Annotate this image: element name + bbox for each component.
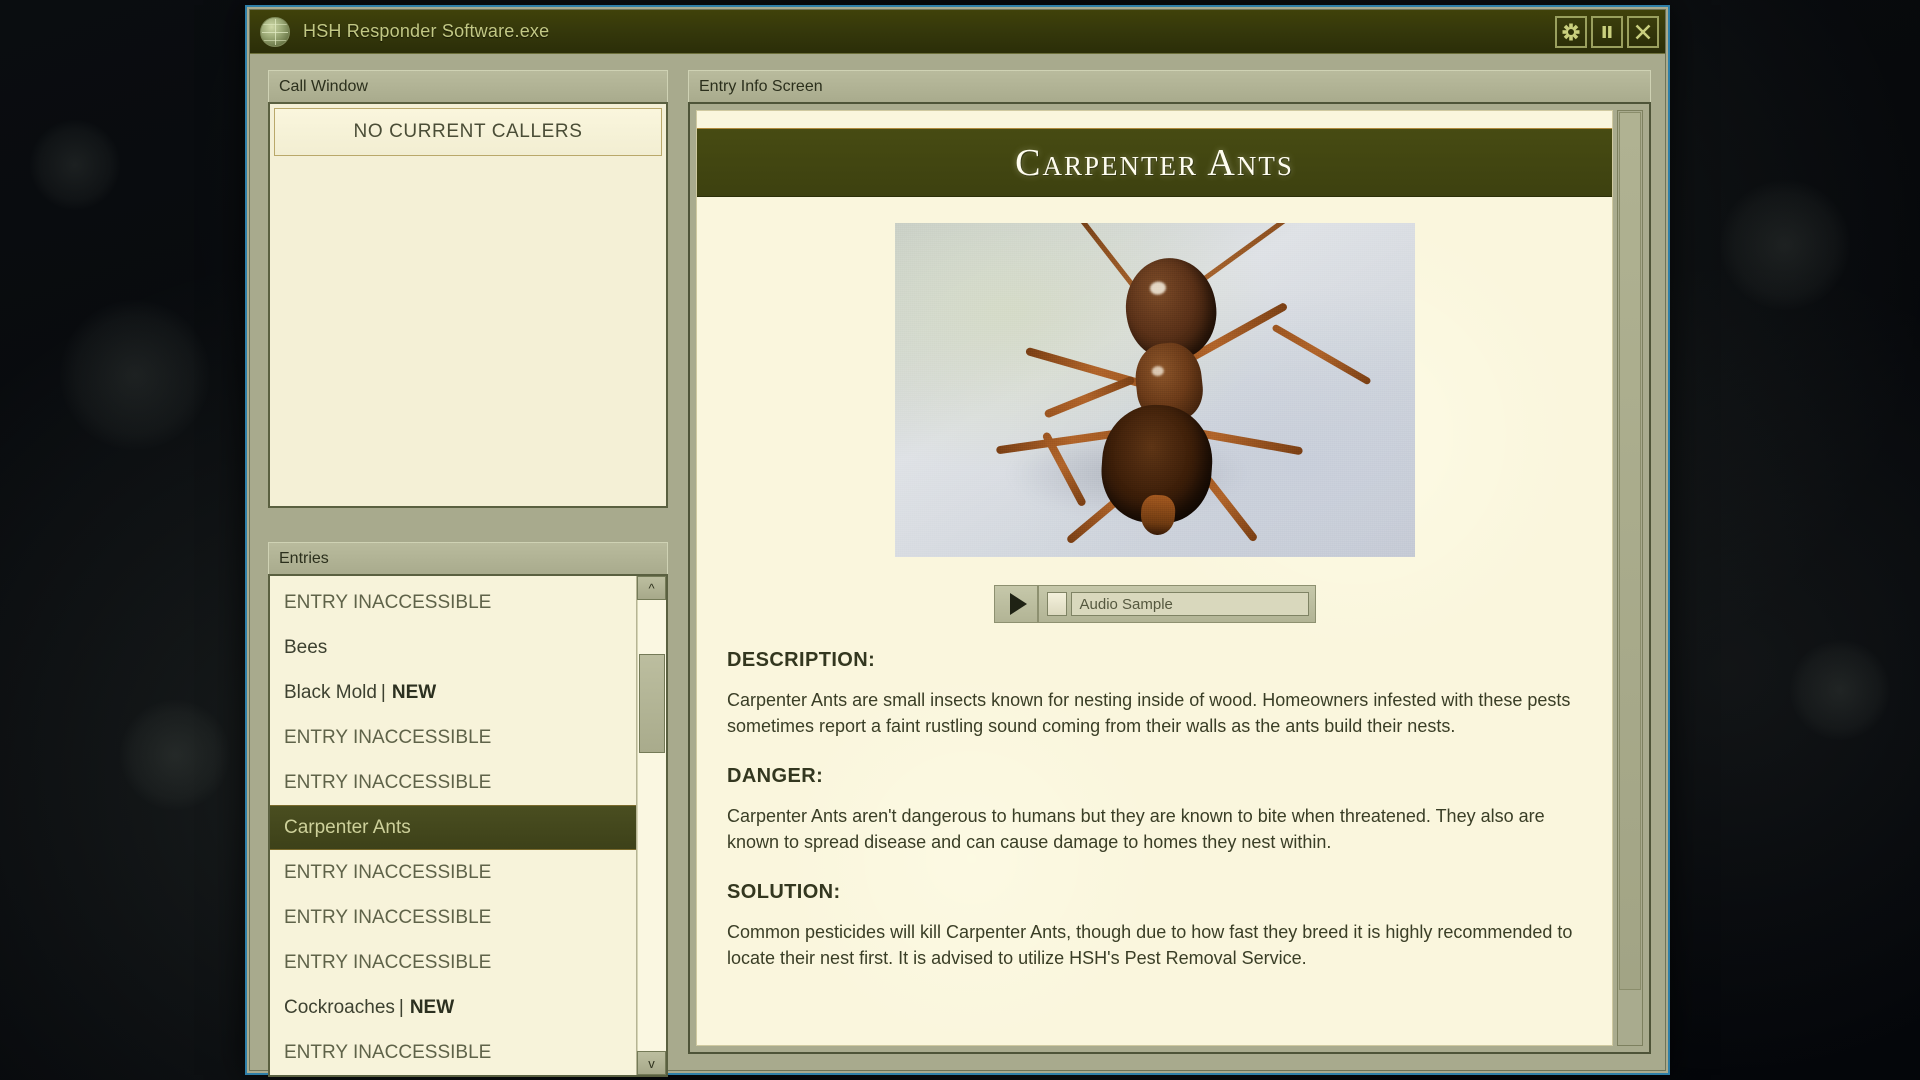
section-body: Carpenter Ants aren't dangerous to human… — [727, 804, 1582, 855]
audio-player-row: Audio Sample — [727, 585, 1582, 623]
pause-button[interactable] — [1591, 16, 1623, 48]
entry-item-label: ENTRY INACCESSIBLE — [284, 952, 491, 974]
entry-item-label: ENTRY INACCESSIBLE — [284, 772, 491, 794]
section-heading: DESCRIPTION: — [727, 649, 1582, 672]
globe-icon — [260, 17, 290, 47]
entry-item-label: Black Mold — [284, 682, 377, 704]
entry-info-header: Entry Info Screen — [688, 70, 1651, 102]
entry-list-item[interactable]: ENTRY INACCESSIBLE — [270, 850, 636, 895]
section-body: Carpenter Ants are small insects known f… — [727, 688, 1582, 739]
entry-list-item[interactable]: ENTRY INACCESSIBLE — [270, 895, 636, 940]
scroll-down-button[interactable]: v — [637, 1051, 666, 1075]
entry-item-label: ENTRY INACCESSIBLE — [284, 592, 491, 614]
document-top-strip — [697, 111, 1612, 129]
entries-header: Entries — [268, 542, 668, 574]
title-bar[interactable]: HSH Responder Software.exe — [250, 10, 1665, 54]
audio-slider-handle[interactable] — [1047, 592, 1067, 616]
entry-list-item[interactable]: ENTRY INACCESSIBLE — [270, 715, 636, 760]
left-column: Call Window NO CURRENT CALLERS Entries E… — [268, 70, 668, 1054]
bokeh-light — [30, 120, 120, 210]
entry-list-item[interactable]: ENTRY INACCESSIBLE — [270, 760, 636, 805]
photo-grain-overlay — [895, 223, 1415, 557]
entry-content-scroll[interactable]: Audio Sample DESCRIPTION: Carpenter Ants … — [697, 197, 1612, 1045]
entry-item-label: ENTRY INACCESSIBLE — [284, 1042, 491, 1064]
no-callers-status: NO CURRENT CALLERS — [274, 108, 662, 156]
window-inner-frame: HSH Responder Software.exe — [249, 9, 1666, 1071]
call-window-header: Call Window — [268, 70, 668, 102]
bokeh-light — [60, 300, 210, 450]
call-window-panel: Call Window NO CURRENT CALLERS — [268, 70, 668, 508]
audio-player[interactable]: Audio Sample — [994, 585, 1316, 623]
right-column: Entry Info Screen Carpenter Ants — [688, 70, 1651, 1054]
entry-photo-wrap — [727, 223, 1582, 557]
entry-list-item[interactable]: Carpenter Ants — [270, 805, 636, 850]
application-window: HSH Responder Software.exe — [245, 5, 1670, 1075]
entry-list-item[interactable]: ENTRY INACCESSIBLE — [270, 940, 636, 985]
entries-scroll-thumb[interactable] — [639, 654, 665, 753]
entry-list-item[interactable]: Cockroaches| NEW — [270, 985, 636, 1030]
entry-info-panel: Entry Info Screen Carpenter Ants — [688, 70, 1651, 1054]
audio-track-label[interactable]: Audio Sample — [1071, 592, 1309, 616]
entry-list-item[interactable]: Black Mold| NEW — [270, 670, 636, 715]
entry-item-label: ENTRY INACCESSIBLE — [284, 862, 491, 884]
entry-item-separator: | — [381, 682, 386, 704]
entry-list-item[interactable]: ENTRY INACCESSIBLE — [270, 1030, 636, 1075]
call-window-body: NO CURRENT CALLERS — [268, 102, 668, 508]
section-heading: DANGER: — [727, 765, 1582, 788]
caller-list[interactable] — [272, 156, 664, 504]
carpenter-ant-photo — [895, 223, 1415, 557]
entry-title-banner: Carpenter Ants — [697, 129, 1612, 197]
entry-sections: DESCRIPTION: Carpenter Ants are small ins… — [727, 649, 1582, 971]
new-badge: NEW — [410, 997, 454, 1019]
entry-document: Carpenter Ants — [696, 110, 1613, 1046]
scroll-up-button[interactable]: ^ — [637, 576, 666, 600]
entries-panel: Entries ENTRY INACCESSIBLE Bees Black Mold… — [268, 542, 668, 1077]
entry-content-scrollbar[interactable] — [1617, 110, 1643, 1046]
play-icon[interactable] — [1001, 586, 1039, 622]
entries-body: ENTRY INACCESSIBLEBeesBlack Mold|NEWENTR… — [268, 574, 668, 1077]
entries-scrollbar[interactable]: ^ v — [636, 576, 666, 1075]
settings-button[interactable] — [1555, 16, 1587, 48]
close-button[interactable] — [1627, 16, 1659, 48]
section-body: Common pesticides will kill Carpenter An… — [727, 920, 1582, 971]
window-body: Call Window NO CURRENT CALLERS Entries E… — [250, 54, 1665, 1070]
entry-item-label: Carpenter Ants — [284, 817, 411, 839]
entries-list[interactable]: ENTRY INACCESSIBLEBeesBlack Mold|NEWENTR… — [270, 576, 636, 1075]
entry-list-item[interactable]: ENTRY INACCESSIBLE — [270, 580, 636, 625]
entry-title: Carpenter Ants — [1015, 141, 1294, 185]
bokeh-light — [120, 700, 230, 810]
entry-list-item[interactable]: Bees — [270, 625, 636, 670]
entry-item-label: Cockroaches — [284, 997, 395, 1019]
entry-item-label: ENTRY INACCESSIBLE — [284, 727, 491, 749]
entry-content-scroll-thumb[interactable] — [1619, 112, 1641, 990]
entry-item-label: ENTRY INACCESSIBLE — [284, 907, 491, 929]
entry-item-separator: | — [399, 997, 404, 1019]
bokeh-light — [1720, 180, 1850, 310]
new-badge: NEW — [392, 682, 436, 704]
entry-item-label: Bees — [284, 637, 327, 659]
bokeh-light — [1790, 640, 1890, 740]
entries-scroll-track[interactable] — [637, 600, 666, 1051]
window-title: HSH Responder Software.exe — [303, 21, 549, 42]
section-heading: SOLUTION: — [727, 881, 1582, 904]
entry-info-body: Carpenter Ants — [688, 102, 1651, 1054]
window-controls — [1555, 16, 1659, 48]
